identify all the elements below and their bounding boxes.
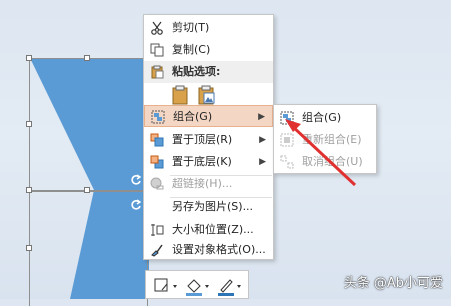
watermark-text: 头条 @Ab小可爱 — [343, 276, 443, 291]
red-pointer-arrow — [285, 119, 357, 187]
shape-style-icon[interactable] — [152, 276, 180, 296]
fill-bucket-icon[interactable] — [184, 276, 212, 296]
mini-toolbar — [145, 270, 249, 299]
outline-pen-icon[interactable] — [216, 276, 244, 296]
